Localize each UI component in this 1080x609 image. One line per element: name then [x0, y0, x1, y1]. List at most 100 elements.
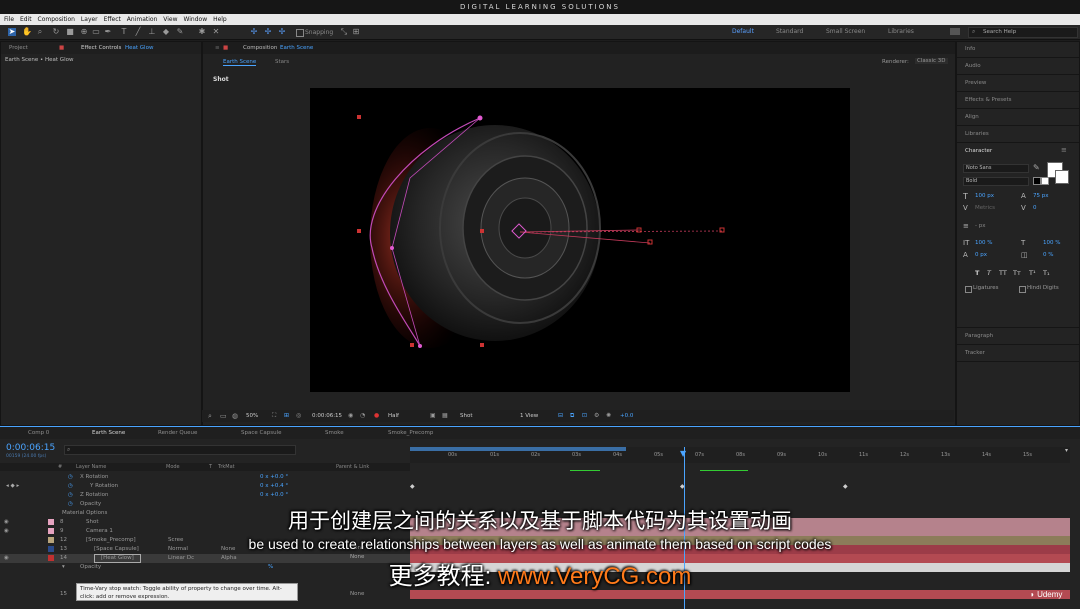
workspace-small-screen[interactable]: Small Screen [826, 28, 865, 35]
tsume-value[interactable]: 0 % [1043, 252, 1053, 258]
track-bar-layer15[interactable] [410, 590, 1070, 599]
camera-tool-icon[interactable]: ■ [66, 28, 74, 36]
monitor-icon[interactable]: ▭ [220, 412, 227, 420]
snapshot-icon[interactable]: ◉ [348, 412, 353, 419]
color-icon[interactable]: ◍ [232, 412, 238, 420]
snapping-checkbox[interactable] [296, 29, 304, 37]
stroke-width-value[interactable]: - px [975, 223, 985, 229]
tab-project[interactable]: Project [9, 42, 28, 54]
rotate-tool-icon[interactable]: ↻ [52, 28, 60, 36]
work-area-bar[interactable] [410, 447, 626, 451]
timeline-timecode[interactable]: 0:00:06:15 [6, 443, 55, 453]
timeline-tab-earth-scene[interactable]: Earth Scene [92, 427, 125, 439]
menu-file[interactable]: File [4, 16, 14, 23]
view-axis-icon[interactable]: ✢ [278, 28, 286, 36]
clone-tool-icon[interactable]: ⊥ [148, 28, 156, 36]
timeline-tab-comp0[interactable]: Comp 0 [28, 427, 49, 439]
keyframe-icon[interactable]: ◆ [410, 483, 415, 490]
font-style-select[interactable]: Bold [963, 177, 1029, 186]
panel-info[interactable]: Info [965, 46, 975, 52]
puppet-tool-icon[interactable]: ✱ [198, 28, 206, 36]
panel-paragraph[interactable]: Paragraph [965, 333, 993, 339]
camera-select[interactable]: Shot [460, 413, 473, 419]
panel-character[interactable]: Character [965, 148, 992, 154]
snap-grid-icon[interactable]: ⊞ [352, 28, 360, 36]
character-menu-icon[interactable]: ≡ [1061, 146, 1067, 154]
magnify-icon[interactable]: ⌕ [208, 412, 212, 421]
eraser-tool-icon[interactable]: ◆ [162, 28, 170, 36]
white-swatch[interactable] [1041, 177, 1049, 185]
local-axis-icon[interactable]: ✢ [250, 28, 258, 36]
hindi-digits-checkbox[interactable] [1019, 286, 1026, 293]
comp-panel-menu-icon[interactable]: ≡ [215, 42, 220, 54]
menu-composition[interactable]: Composition [38, 16, 75, 23]
fast-preview-icon[interactable]: ⧉ [570, 412, 574, 420]
zoom-level[interactable]: 50% [246, 413, 258, 419]
rectangle-tool-icon[interactable]: ▭ [92, 28, 100, 36]
panel-align[interactable]: Align [965, 114, 979, 120]
panel-audio[interactable]: Audio [965, 63, 981, 69]
black-swatch[interactable] [1033, 177, 1041, 185]
timeline-tab-space-capsule[interactable]: Space Capsule [241, 427, 281, 439]
layer-row[interactable]: ◷ X Rotation 0 x +0.0 ° [0, 473, 410, 482]
menu-edit[interactable]: Edit [20, 16, 32, 23]
fit-icon[interactable]: ⛶ [272, 412, 276, 420]
keyframe-nav-icon[interactable]: ◂ ◆ ▸ [6, 482, 19, 491]
faux-italic-button[interactable]: T [987, 269, 991, 277]
exposure-value[interactable]: +0.0 [620, 413, 633, 419]
panel-libraries[interactable]: Libraries [965, 131, 989, 137]
pin-tool-icon[interactable]: ✕ [212, 28, 220, 36]
keyframe-icon[interactable]: ◆ [843, 483, 848, 490]
small-caps-button[interactable]: Tт [1013, 269, 1021, 277]
layer-row[interactable]: ◷ Z Rotation 0 x +0.0 ° [0, 491, 410, 500]
superscript-button[interactable]: T¹ [1029, 269, 1036, 277]
flowchart-icon[interactable]: ⚙ [594, 412, 599, 419]
viewer-timecode[interactable]: 0:00:06:15 [312, 413, 342, 419]
mask-toggle-icon[interactable]: ◎ [296, 412, 301, 419]
show-snapshot-icon[interactable]: ◔ [360, 412, 365, 419]
comp-tab-name[interactable]: Earth Scene [280, 42, 313, 54]
panel-preview[interactable]: Preview [965, 80, 986, 86]
effect-controls-lock-icon[interactable]: ■ [59, 42, 64, 54]
world-axis-icon[interactable]: ✢ [264, 28, 272, 36]
panel-effects-presets[interactable]: Effects & Presets [965, 97, 1012, 103]
leading-value[interactable]: 75 px [1033, 193, 1049, 199]
menu-layer[interactable]: Layer [81, 16, 98, 23]
all-caps-button[interactable]: TT [999, 269, 1007, 277]
tracking-value[interactable]: 0 [1033, 205, 1037, 211]
composition-viewer[interactable] [310, 88, 850, 392]
workspace-default[interactable]: Default [732, 28, 754, 35]
type-tool-icon[interactable]: T [120, 28, 128, 36]
font-family-select[interactable]: Noto Sans [963, 164, 1029, 173]
hand-tool-icon[interactable]: ✋ [22, 28, 32, 36]
transparency-icon[interactable]: ▦ [442, 412, 448, 419]
ligatures-checkbox[interactable] [965, 286, 972, 293]
snap-edges-icon[interactable]: ⤡ [340, 28, 348, 36]
exposure-icon[interactable]: ✺ [606, 412, 611, 419]
view-layout-select[interactable]: 1 View [520, 413, 538, 419]
timeline-icon[interactable]: ⊡ [582, 412, 587, 419]
grid-icon[interactable]: ⊞ [284, 412, 289, 419]
zoom-tool-icon[interactable]: ⌕ [36, 28, 44, 36]
region-icon[interactable]: ▣ [430, 412, 436, 419]
stopwatch-icon[interactable]: ◷ [68, 482, 73, 491]
stopwatch-icon[interactable]: ◷ [68, 473, 73, 482]
tab-effect-controls-layer[interactable]: Heat Glow [125, 42, 153, 54]
subtab-earth-scene[interactable]: Earth Scene [223, 59, 257, 66]
menu-animation[interactable]: Animation [127, 16, 158, 23]
brush-tool-icon[interactable]: ╱ [134, 28, 142, 36]
menu-window[interactable]: Window [183, 16, 207, 23]
comp-lock-icon[interactable]: ■ [223, 42, 228, 54]
subtab-stars[interactable]: Stars [275, 59, 289, 65]
stroke-color-swatch[interactable] [1055, 170, 1069, 184]
vertical-scale-value[interactable]: 100 % [975, 240, 992, 246]
eyedropper-icon[interactable]: ✎ [1033, 163, 1040, 172]
baseline-shift-value[interactable]: 0 px [975, 252, 987, 258]
toggle-pixel-icon[interactable]: ⊟ [558, 412, 563, 419]
timeline-tab-smoke-precomp[interactable]: Smoke_Precomp [388, 427, 433, 439]
panel-tracker[interactable]: Tracker [965, 350, 985, 356]
pan-behind-tool-icon[interactable]: ⊕ [80, 28, 88, 36]
tab-effect-controls[interactable]: Effect Controls [81, 42, 121, 54]
roto-brush-icon[interactable]: ✎ [176, 28, 184, 36]
menu-help[interactable]: Help [213, 16, 227, 23]
